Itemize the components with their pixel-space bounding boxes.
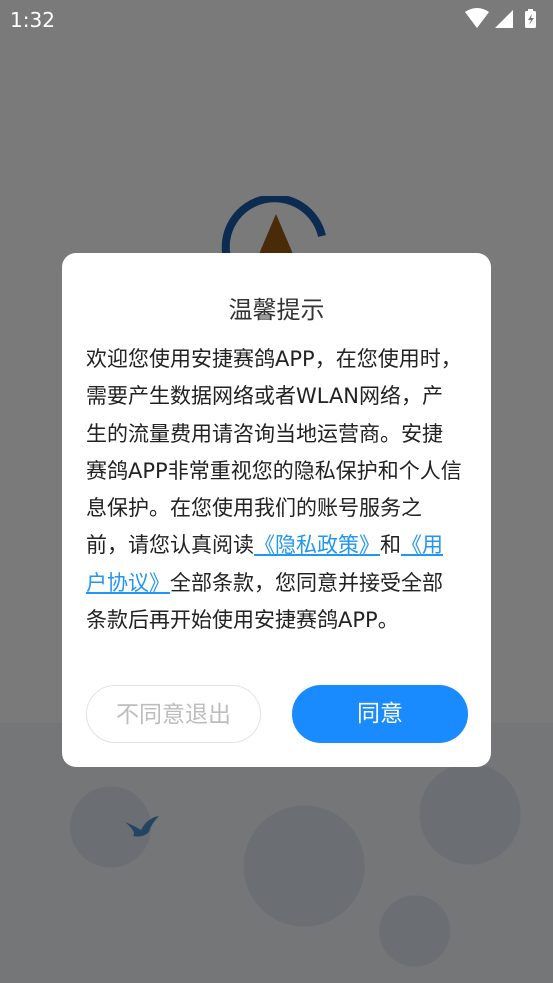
signal-icon xyxy=(495,10,513,28)
dialog-title: 温馨提示 xyxy=(228,296,325,324)
decline-exit-button[interactable]: 不同意退出 xyxy=(86,685,261,743)
status-icons xyxy=(465,8,536,28)
privacy-dialog: 温馨提示 欢迎您使用安捷赛鸽APP，在您使用时，需要产生数据网络或者WLAN网络… xyxy=(62,253,491,767)
battery-icon xyxy=(525,9,536,28)
status-time: 1:32 xyxy=(10,8,55,32)
privacy-policy-link[interactable]: 《隐私政策》 xyxy=(254,533,380,557)
body-text-intro: 欢迎您使用安捷赛鸽APP，在您使用时，需要产生数据网络或者WLAN网络，产生的流… xyxy=(86,347,462,558)
status-bar: 1:32 xyxy=(0,0,553,38)
agree-button[interactable]: 同意 xyxy=(292,685,468,743)
wifi-icon xyxy=(465,8,489,28)
body-text-and: 和 xyxy=(380,533,401,558)
dialog-body: 欢迎您使用安捷赛鸽APP，在您使用时，需要产生数据网络或者WLAN网络，产生的流… xyxy=(86,341,462,639)
